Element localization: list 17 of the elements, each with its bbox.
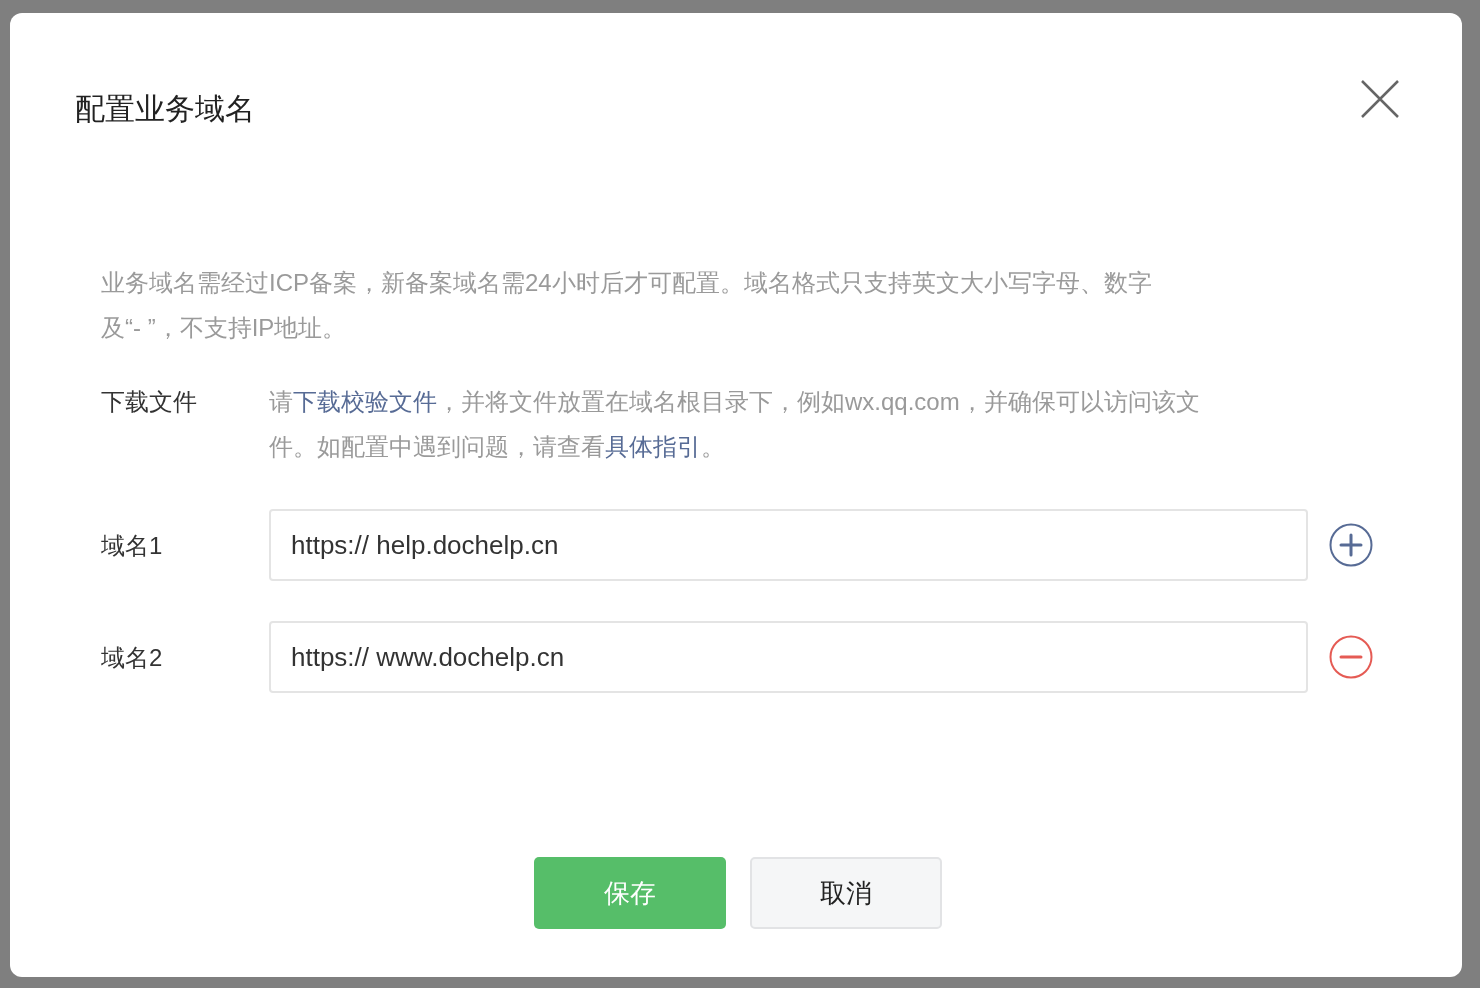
domain-input[interactable]: https:// www.dochelp.cn: [269, 621, 1308, 693]
domain-label: 域名1: [101, 530, 164, 561]
minus-button[interactable]: [1329, 635, 1373, 679]
domain-label: 域名2: [101, 642, 164, 673]
minus-icon: [1329, 635, 1373, 679]
link[interactable]: 下载校验文件: [293, 388, 437, 415]
plus-icon: [1329, 523, 1373, 567]
plus-button[interactable]: [1329, 523, 1373, 567]
cancel-button[interactable]: 取消: [749, 857, 942, 929]
domain-input[interactable]: https:// help.dochelp.cn: [269, 509, 1308, 581]
dialog-title: 配置业务域名: [75, 91, 255, 127]
download-label: 下载文件: [101, 387, 198, 417]
close-button[interactable]: [1360, 79, 1400, 119]
close-icon: [1360, 79, 1400, 119]
link[interactable]: 具体指引: [605, 433, 701, 460]
download-instructions: 请下载校验文件，并将文件放置在域名根目录下，例如wx.qq.com，并确保可以访问该文件。如配置中遇到问题，请查看具体指引。: [269, 387, 1201, 462]
notice-text: 业务域名需经过ICP备案，新备案域名需24小时后才可配置。域名格式只支持英文大小写字母、数字及“- ”，不支持IP地址。: [101, 268, 1153, 343]
